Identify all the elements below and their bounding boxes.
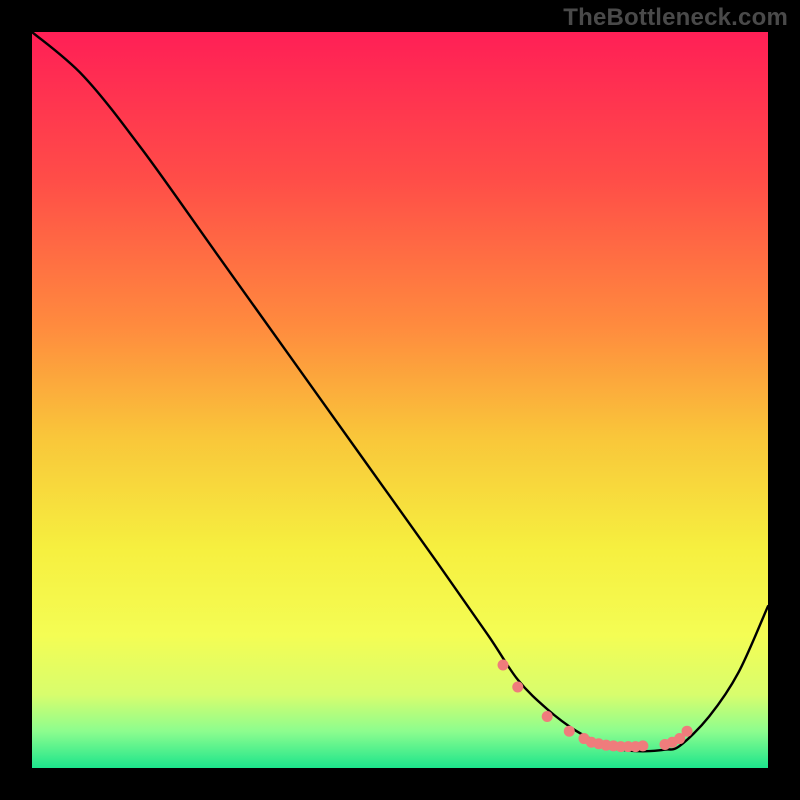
highlight-dot bbox=[682, 726, 693, 737]
highlight-dot bbox=[512, 682, 523, 693]
gradient-background bbox=[32, 32, 768, 768]
watermark-text: TheBottleneck.com bbox=[563, 4, 788, 32]
chart-frame: TheBottleneck.com bbox=[0, 0, 800, 800]
highlight-dot bbox=[564, 726, 575, 737]
highlight-dot bbox=[498, 659, 509, 670]
highlight-dot bbox=[637, 740, 648, 751]
plot-area bbox=[32, 32, 768, 768]
bottleneck-chart bbox=[32, 32, 768, 768]
highlight-dot bbox=[542, 711, 553, 722]
